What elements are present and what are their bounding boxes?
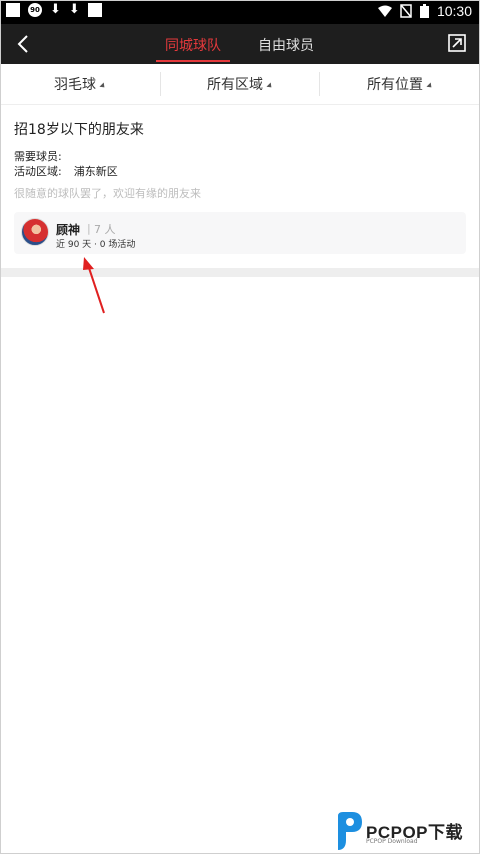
dropdown-triangle-icon — [426, 82, 434, 90]
watermark-logo-icon — [338, 812, 362, 850]
member-count: 7 人 — [94, 223, 116, 236]
team-description: 很随意的球队罢了，欢迎有缘的朋友来 — [14, 187, 201, 200]
players-needed: 需要球员: — [14, 148, 62, 164]
dropdown-triangle-icon — [266, 82, 274, 90]
top-bar: 同城球队 自由球员 — [0, 24, 480, 64]
avatar — [21, 218, 49, 246]
tab-free-players[interactable]: 自由球员 — [256, 35, 316, 55]
status-time: 10:30 — [436, 3, 472, 19]
filter-area[interactable]: 所有区域 — [161, 64, 319, 104]
owner-activity: 近 90 天 · 0 场活动 — [56, 240, 136, 250]
owner-name: 顾神 — [56, 223, 81, 237]
tab-local-teams[interactable]: 同城球队 — [156, 35, 230, 55]
filter-label: 所有位置 — [367, 77, 423, 93]
expand-icon[interactable] — [448, 34, 466, 52]
players-needed-label: 需要球员: — [14, 150, 62, 163]
notification-square-icon — [6, 3, 20, 17]
owner-separator: | — [87, 222, 91, 235]
status-bar: 90 ⬇ ⬇ 10:30 — [0, 0, 480, 24]
notification-square-icon — [87, 3, 102, 17]
watermark: PCPOP下载 PCPOP Download — [332, 808, 480, 854]
activity-area: 活动区域: 浦东新区 — [14, 163, 118, 179]
app-logo-icon: 90 — [28, 3, 42, 17]
active-tab-indicator — [156, 60, 230, 62]
team-owner[interactable]: 顾神 | 7 人 近 90 天 · 0 场活动 — [14, 212, 466, 254]
download-icon: ⬇ — [68, 2, 80, 17]
watermark-sub: PCPOP Download — [366, 838, 418, 845]
dropdown-triangle-icon — [99, 82, 107, 90]
download-icon: ⬇ — [50, 2, 61, 17]
area-value: 浦东新区 — [73, 165, 118, 178]
no-signal-icon — [400, 4, 412, 18]
filter-sport[interactable]: 羽毛球 — [0, 64, 160, 104]
filter-label: 羽毛球 — [54, 77, 96, 93]
filter-bar: 羽毛球 所有区域 所有位置 — [0, 64, 480, 105]
section-gap — [0, 268, 480, 277]
area-label: 活动区域: — [14, 165, 62, 178]
filter-label: 所有区域 — [207, 77, 263, 93]
team-card[interactable]: 招18岁以下的朋友来 需要球员: 活动区域: 浦东新区 很随意的球队罢了，欢迎有缘… — [0, 105, 480, 268]
status-notifications: 90 ⬇ ⬇ — [6, 3, 102, 17]
red-annotation-arrow-icon — [83, 257, 105, 314]
tab-bar: 同城球队 自由球员 — [0, 24, 480, 64]
team-title: 招18岁以下的朋友来 — [14, 122, 144, 138]
battery-icon — [419, 4, 429, 18]
wifi-icon — [377, 5, 392, 17]
filter-position[interactable]: 所有位置 — [320, 64, 480, 104]
status-system: 10:30 — [377, 3, 472, 19]
